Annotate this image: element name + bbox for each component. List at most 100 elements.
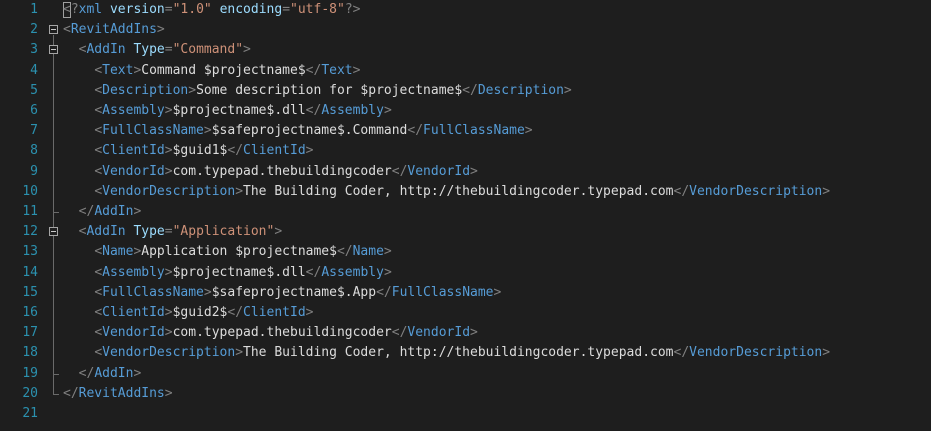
line-number: 1 — [30, 2, 38, 17]
xml-tag-name: FullClassName — [102, 284, 204, 300]
code-line[interactable]: 16 <ClientId>$guid2$</ClientId> — [0, 303, 931, 323]
xml-text: Command $projectname$ — [141, 62, 306, 78]
line-content[interactable]: <VendorDescription>The Building Coder, h… — [63, 343, 830, 363]
line-content[interactable]: </AddIn> — [63, 364, 142, 384]
line-content[interactable]: <FullClassName>$safeprojectname$.Command… — [63, 121, 532, 141]
xml-delimiter: > — [164, 385, 173, 401]
xml-tag-name: VendorId — [407, 163, 471, 179]
line-content[interactable]: <Name>Application $projectname$</Name> — [63, 242, 391, 262]
code-line[interactable]: 2 <RevitAddIns> — [0, 20, 931, 40]
xml-text: Application $projectname$ — [141, 244, 337, 260]
line-content[interactable]: <Assembly>$projectname$.dll</Assembly> — [63, 101, 392, 121]
xml-text: $projectname$.dll — [172, 264, 306, 280]
xml-text: $safeprojectname$.App — [211, 284, 377, 300]
xml-tag-name: Name — [102, 244, 134, 260]
xml-delimiter: </ — [78, 365, 95, 381]
xml-tag-name: ClientId — [243, 305, 306, 320]
xml-tag-name: ClientId — [243, 143, 306, 159]
xml-tag-name: ClientId — [102, 305, 165, 320]
line-content[interactable]: <AddIn Type="Command"> — [63, 40, 251, 60]
xml-delimiter: </ — [673, 183, 690, 199]
line-content[interactable]: <Description>Some description for $proje… — [63, 81, 572, 101]
code-line[interactable]: 13 <Name>Application $projectname$</Name… — [0, 242, 931, 262]
line-number: 11 — [22, 204, 38, 219]
collapse-icon[interactable] — [49, 25, 58, 35]
code-editor[interactable]: 1 <?xml version="1.0" encoding="utf-8"?> 2… — [0, 0, 931, 431]
xml-delimiter: > — [822, 183, 831, 199]
line-content[interactable]: </RevitAddIns> — [63, 384, 173, 404]
xml-delimiter: < — [94, 143, 103, 159]
code-line[interactable]: 20 </RevitAddIns> — [0, 384, 931, 404]
xml-delimiter: = — [282, 2, 291, 17]
line-number: 5 — [30, 82, 38, 98]
xml-delimiter: < — [63, 22, 71, 38]
code-line[interactable]: 5 <Description>Some description for $pro… — [0, 81, 931, 101]
xml-delimiter: > — [243, 42, 251, 58]
code-line[interactable]: 17 <VendorId>com.typepad.thebuildingcode… — [0, 323, 931, 343]
xml-tag-name: VendorId — [102, 325, 165, 341]
xml-tag-name: RevitAddIns — [70, 22, 157, 38]
code-line[interactable]: 18 <VendorDescription>The Building Coder… — [0, 343, 931, 363]
xml-text: $safeprojectname$.Command — [211, 123, 408, 139]
code-line[interactable]: 9 <VendorId>com.typepad.thebuildingcoder… — [0, 162, 931, 182]
line-content[interactable]: <VendorId>com.typepad.thebuildingcoder</… — [63, 323, 478, 343]
code-line[interactable]: 7 <FullClassName>$safeprojectname$.Comma… — [0, 121, 931, 141]
xml-delimiter: > — [383, 103, 392, 118]
xml-delimiter: < — [94, 103, 103, 118]
line-number: 16 — [22, 305, 38, 320]
xml-delimiter: <? — [63, 2, 79, 17]
xml-tag-name: FullClassName — [423, 123, 525, 139]
xml-delimiter: > — [563, 82, 572, 98]
xml-tag-name: xml — [78, 2, 103, 17]
line-content[interactable]: <ClientId>$guid2$</ClientId> — [63, 303, 313, 323]
xml-delimiter: > — [164, 143, 173, 159]
xml-delimiter: </ — [391, 325, 408, 341]
xml-delimiter: > — [235, 183, 244, 199]
code-line[interactable]: 11 </AddIn> — [0, 202, 931, 222]
xml-delimiter: < — [94, 82, 103, 98]
xml-text: Some description for $projectname$ — [196, 82, 463, 98]
xml-delimiter: > — [133, 204, 142, 219]
code-line[interactable]: 15 <FullClassName>$safeprojectname$.App<… — [0, 283, 931, 303]
collapse-icon[interactable] — [49, 45, 58, 55]
xml-attribute-value: "Application" — [172, 224, 275, 240]
code-line[interactable]: 10 <VendorDescription>The Building Coder… — [0, 182, 931, 202]
line-content[interactable]: <VendorId>com.typepad.thebuildingcoder</… — [63, 162, 478, 182]
line-number: 8 — [30, 143, 38, 159]
xml-delimiter: > — [383, 264, 392, 280]
xml-delimiter: </ — [305, 62, 322, 78]
code-line[interactable]: 21 — [0, 404, 931, 424]
line-content[interactable]: <Text>Command $projectname$</Text> — [63, 61, 360, 81]
code-line[interactable]: 8 <ClientId>$guid1$</ClientId> — [0, 141, 931, 161]
line-content[interactable]: <Assembly>$projectname$.dll</Assembly> — [63, 263, 392, 283]
xml-tag-name: AddIn — [86, 42, 126, 58]
code-line[interactable]: 12 <AddIn Type="Application"> — [0, 222, 931, 242]
line-content[interactable]: <FullClassName>$safeprojectname$.App</Fu… — [63, 283, 501, 303]
line-content[interactable]: </AddIn> — [63, 202, 142, 222]
xml-delimiter: > — [164, 163, 173, 179]
line-content[interactable]: <AddIn Type="Application"> — [63, 222, 283, 242]
code-line[interactable]: 4 <Text>Command $projectname$</Text> — [0, 61, 931, 81]
line-content[interactable]: <RevitAddIns> — [63, 20, 165, 40]
code-line[interactable]: 1 <?xml version="1.0" encoding="utf-8"?> — [0, 0, 931, 20]
xml-delimiter: < — [94, 62, 103, 78]
xml-delimiter: < — [94, 284, 103, 300]
xml-tag-name: VendorDescription — [689, 183, 823, 199]
line-content[interactable]: <?xml version="1.0" encoding="utf-8"?> — [63, 0, 360, 20]
line-content[interactable]: <ClientId>$guid1$</ClientId> — [63, 141, 313, 161]
collapse-icon[interactable] — [49, 227, 58, 237]
xml-delimiter: = — [164, 224, 173, 240]
line-content[interactable]: <VendorDescription>The Building Coder, h… — [63, 182, 830, 202]
code-line[interactable]: 6 <Assembly>$projectname$.dll</Assembly> — [0, 101, 931, 121]
code-line[interactable]: 14 <Assembly>$projectname$.dll</Assembly… — [0, 263, 931, 283]
xml-delimiter: > — [235, 345, 244, 361]
xml-delimiter: > — [352, 62, 361, 78]
code-line[interactable]: 3 <AddIn Type="Command"> — [0, 40, 931, 60]
code-line[interactable]: 19 </AddIn> — [0, 364, 931, 384]
